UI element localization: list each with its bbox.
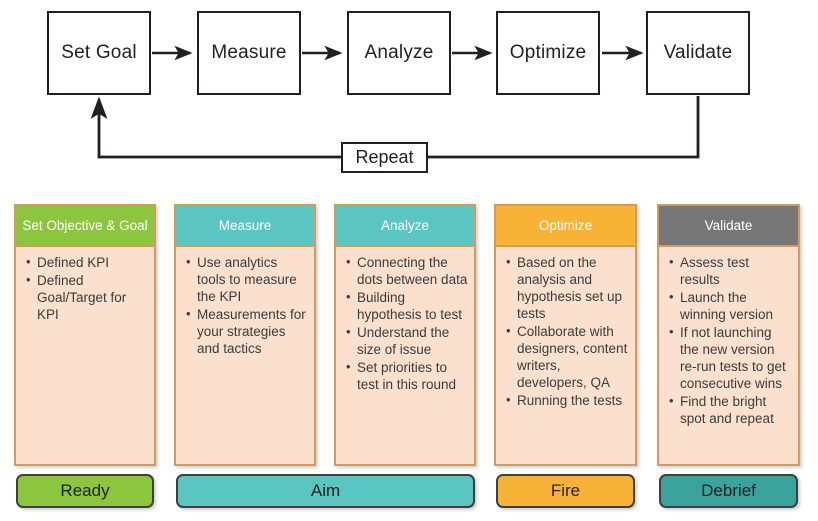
list-item: Running the tests xyxy=(506,391,629,409)
list-item: Connecting the dots between data xyxy=(346,253,468,288)
card-body-optimize: Based on the analysis and hypothesis set… xyxy=(496,247,635,464)
card-header-analyze: Analyze xyxy=(336,206,474,247)
list-item: Collaborate with designers, content writ… xyxy=(506,322,629,391)
phase-detail-cards: Set Objective & Goal Defined KPI Defined… xyxy=(0,196,818,466)
list-item: Set priorities to test in this round xyxy=(346,358,468,393)
card-body-validate: Assess test results Launch the winning v… xyxy=(659,247,798,464)
phase-aim: Aim xyxy=(176,474,475,508)
card-title-set-objective-goal: Set Objective & Goal xyxy=(22,218,148,233)
phase-ready: Ready xyxy=(16,474,154,508)
card-body-set-objective-goal: Defined KPI Defined Goal/Target for KPI xyxy=(16,247,154,464)
card-body-measure: Use analytics tools to measure the KPI M… xyxy=(176,247,314,464)
card-measure: Measure Use analytics tools to measure t… xyxy=(174,204,316,466)
list-item: Defined KPI xyxy=(26,253,148,271)
card-bullet-list: Use analytics tools to measure the KPI M… xyxy=(184,253,308,357)
card-title-analyze: Analyze xyxy=(380,218,430,233)
flow-loop-repeat-label: Repeat xyxy=(341,142,428,173)
list-item: Measurements for your strategies and tac… xyxy=(186,305,308,357)
list-item: Launch the winning version xyxy=(669,288,792,323)
card-body-analyze: Connecting the dots between data Buildin… xyxy=(336,247,474,464)
card-header-measure: Measure xyxy=(176,206,314,247)
list-item: Building hypothesis to test xyxy=(346,288,468,323)
list-item: Defined Goal/Target for KPI xyxy=(26,271,148,323)
list-item: Assess test results xyxy=(669,253,792,288)
phase-fire: Fire xyxy=(496,474,635,508)
card-bullet-list: Connecting the dots between data Buildin… xyxy=(344,253,468,393)
list-item: Use analytics tools to measure the KPI xyxy=(186,253,308,305)
card-title-validate: Validate xyxy=(704,218,753,233)
card-bullet-list: Assess test results Launch the winning v… xyxy=(667,253,792,427)
list-item: If not launching the new version re-run … xyxy=(669,323,792,392)
process-flowchart: Set Goal Measure Analyze Optimize Valida… xyxy=(0,0,818,190)
card-bullet-list: Defined KPI Defined Goal/Target for KPI xyxy=(24,253,148,323)
phase-summary-bar: Ready Aim Fire Debrief xyxy=(0,472,818,512)
list-item: Based on the analysis and hypothesis set… xyxy=(506,253,629,322)
card-header-optimize: Optimize xyxy=(496,206,635,247)
card-title-measure: Measure xyxy=(218,218,272,233)
list-item: Find the bright spot and repeat xyxy=(669,392,792,427)
card-optimize: Optimize Based on the analysis and hypot… xyxy=(494,204,637,466)
card-header-set-objective-goal: Set Objective & Goal xyxy=(16,206,154,247)
card-validate: Validate Assess test results Launch the … xyxy=(657,204,800,466)
phase-debrief: Debrief xyxy=(659,474,798,508)
card-title-optimize: Optimize xyxy=(538,218,593,233)
card-bullet-list: Based on the analysis and hypothesis set… xyxy=(504,253,629,409)
card-set-objective-goal: Set Objective & Goal Defined KPI Defined… xyxy=(14,204,156,466)
card-header-validate: Validate xyxy=(659,206,798,247)
card-analyze: Analyze Connecting the dots between data… xyxy=(334,204,476,466)
list-item: Understand the size of issue xyxy=(346,323,468,358)
